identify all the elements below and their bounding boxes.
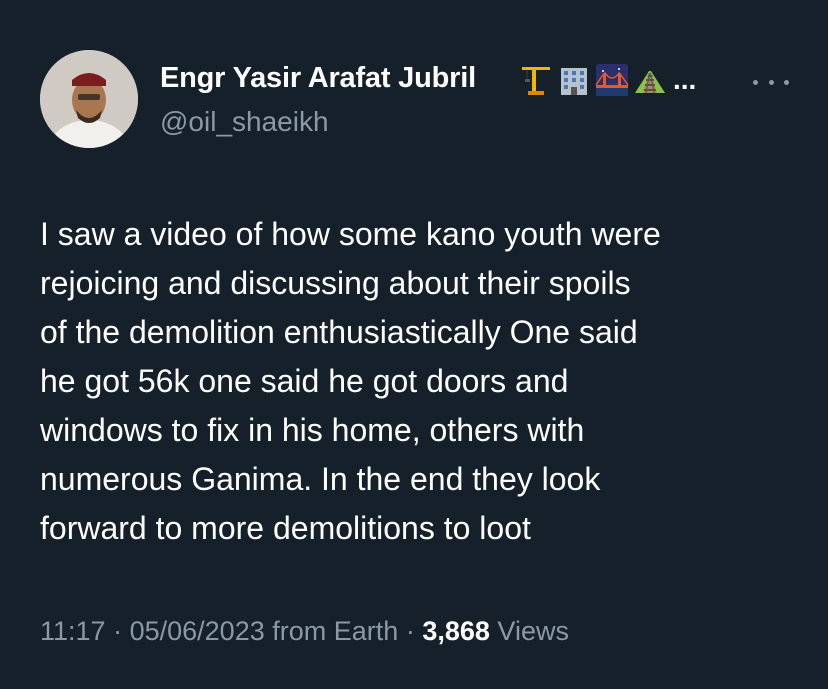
tweet-date[interactable]: 05/06/2023 [130, 616, 265, 646]
views-label: Views [497, 616, 569, 646]
more-dot-icon [784, 79, 789, 85]
tweet-text-line: windows to fix in his home, others with [40, 412, 585, 448]
meta-separator: · [405, 616, 415, 646]
author-handle[interactable]: @oil_shaeikh [160, 106, 329, 138]
author-display-name[interactable]: Engr Yasir Arafat Jubril [160, 62, 476, 95]
tweet-text-line: rejoicing and discussing about their spo… [40, 265, 631, 301]
crane-emoji-icon [522, 67, 550, 95]
avatar[interactable] [40, 50, 138, 148]
tweet-meta: 11:17 · 05/06/2023 from Earth · 3,868 Vi… [40, 616, 569, 647]
avatar-image [40, 50, 138, 148]
tweet-time[interactable]: 11:17 [40, 616, 106, 646]
more-dot-icon [768, 79, 774, 85]
tweet-text-line: forward to more demolitions to loot [40, 510, 531, 546]
tweet-text-line: numerous Ganima. In the end they look [40, 461, 601, 497]
tweet-text-line: I saw a video of how some kano youth wer… [40, 216, 661, 252]
name-emoji-row: ... [519, 63, 696, 97]
tweet-text-line: of the demolition enthusiastically One s… [40, 314, 638, 350]
meta-separator: · [113, 616, 123, 646]
railway-track-emoji-icon [635, 71, 665, 94]
tweet-card: Engr Yasir Arafat Jubril ... @oil_shaeik… [0, 0, 828, 689]
office-building-emoji-icon [561, 68, 587, 95]
bridge-at-night-emoji-icon [595, 64, 629, 96]
tweet-source: from Earth [272, 616, 399, 646]
tweet-text-line: he got 56k one said he got doors and [40, 363, 569, 399]
tweet-text: I saw a video of how some kano youth wer… [40, 210, 800, 553]
name-truncation: ... [673, 64, 697, 95]
more-options-button[interactable] [753, 76, 789, 88]
views-count[interactable]: 3,868 [422, 616, 490, 646]
more-dot-icon [753, 79, 758, 85]
